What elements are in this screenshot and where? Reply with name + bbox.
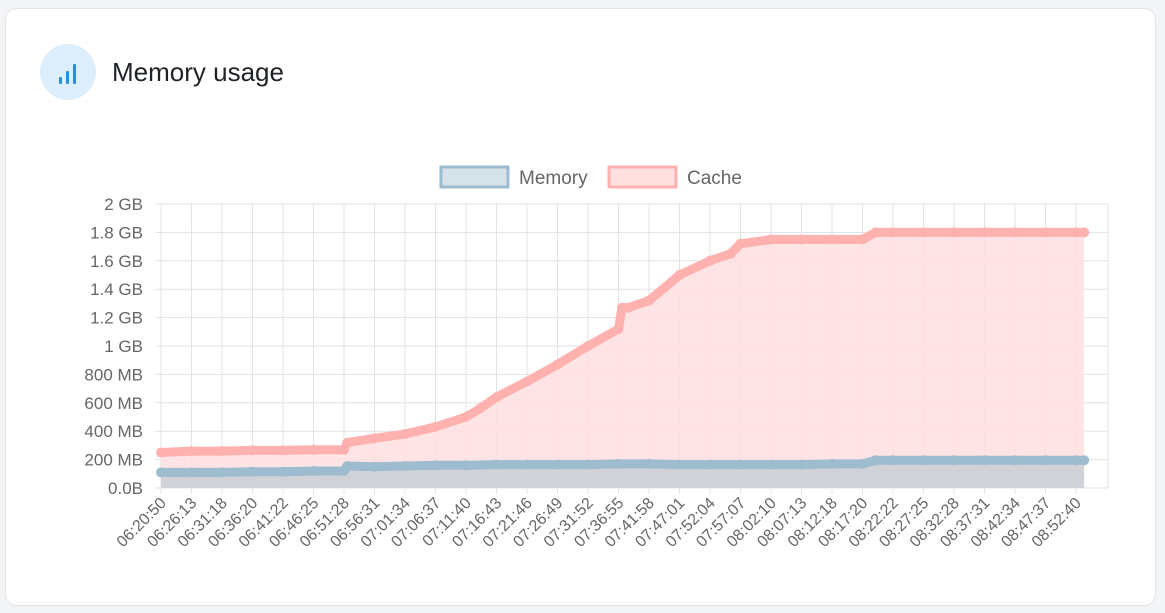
point-cache	[430, 421, 441, 432]
point-memory	[766, 459, 776, 470]
point-cache	[247, 445, 258, 456]
point-memory	[796, 459, 807, 470]
point-memory	[308, 466, 319, 476]
y-tick-label: 400 MB	[84, 422, 143, 441]
point-memory	[674, 459, 685, 470]
point-memory	[217, 467, 227, 478]
point-cache	[308, 444, 319, 455]
point-memory	[1040, 455, 1051, 466]
point-memory	[156, 467, 166, 478]
point-memory	[342, 461, 353, 471]
point-cache	[217, 446, 227, 457]
point-memory	[918, 455, 929, 466]
point-cache	[552, 359, 563, 370]
point-memory	[979, 455, 990, 466]
point-memory	[278, 466, 288, 477]
point-memory	[491, 459, 502, 470]
point-memory	[827, 458, 837, 469]
point-cache	[1040, 227, 1051, 238]
point-memory	[857, 458, 868, 469]
point-cache	[186, 446, 197, 457]
point-cache	[475, 403, 486, 414]
point-cache	[1079, 227, 1090, 238]
point-memory	[552, 459, 563, 470]
y-tick-label: 2 GB	[104, 195, 143, 214]
point-memory	[1079, 455, 1090, 466]
point-memory	[870, 455, 881, 466]
point-cache	[461, 412, 471, 422]
y-tick-label: 200 MB	[84, 451, 143, 470]
point-cache	[156, 447, 166, 458]
legend-swatch-memory	[439, 165, 510, 189]
point-memory	[705, 459, 715, 470]
point-memory	[369, 461, 380, 472]
point-memory	[949, 455, 959, 466]
point-cache	[613, 324, 624, 334]
point-cache	[623, 302, 634, 313]
legend-label-memory: Memory	[519, 168, 588, 189]
point-cache	[491, 392, 502, 403]
point-memory	[186, 467, 197, 478]
point-cache	[796, 234, 807, 245]
y-tick-label: 1 GB	[104, 337, 143, 356]
point-cache	[949, 227, 959, 238]
point-cache	[644, 295, 654, 306]
y-axis-ticks: 0.0B 200 MB 400 MB 600 MB 800 MB 1 GB 1.2 GB 1.…	[84, 195, 143, 498]
chart-legend: Memory Cache	[439, 165, 742, 189]
memory-chart: 0.0B 200 MB 400 MB 600 MB 800 MB 1 GB 1.2 GB 1.…	[84, 165, 1109, 551]
y-tick-label: 1.4 GB	[90, 280, 143, 299]
point-cache	[583, 341, 593, 351]
y-tick-label: 0.0B	[108, 479, 143, 498]
point-cache	[400, 429, 410, 439]
point-cache	[522, 376, 532, 387]
point-memory	[461, 460, 471, 471]
point-cache	[725, 248, 736, 259]
point-cache	[705, 255, 715, 266]
y-tick-label: 1.8 GB	[90, 223, 143, 242]
point-cache	[735, 238, 746, 249]
point-cache	[827, 234, 837, 245]
point-cache	[278, 445, 288, 456]
point-cache	[342, 437, 353, 448]
point-cache	[1010, 227, 1020, 238]
point-cache	[857, 234, 868, 245]
point-memory	[644, 458, 654, 469]
point-memory	[400, 461, 410, 471]
y-tick-label: 800 MB	[84, 365, 143, 384]
y-tick-label: 1.6 GB	[90, 252, 143, 271]
legend-swatch-cache	[607, 165, 678, 189]
point-memory	[735, 459, 746, 470]
point-cache	[674, 270, 685, 280]
y-tick-label: 600 MB	[84, 394, 143, 413]
point-memory	[522, 459, 532, 470]
point-cache	[888, 227, 898, 238]
point-cache	[979, 227, 990, 238]
point-cache	[369, 433, 380, 444]
x-axis-ticks: 06:20:5006:26:1306:31:1806:36:2006:41:22…	[114, 495, 1085, 551]
point-memory	[583, 459, 593, 470]
point-cache	[766, 234, 776, 245]
point-memory	[430, 460, 441, 471]
point-memory	[888, 455, 898, 466]
legend-label-cache: Cache	[687, 168, 742, 189]
y-tick-label: 1.2 GB	[90, 309, 143, 328]
point-cache	[918, 227, 929, 238]
point-memory	[613, 458, 624, 469]
point-cache	[870, 227, 881, 238]
point-memory	[1010, 455, 1020, 466]
point-memory	[247, 466, 258, 477]
